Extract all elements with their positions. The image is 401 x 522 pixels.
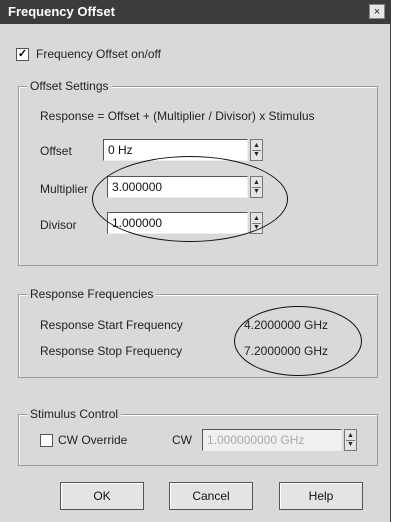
- cw-label: CW: [172, 433, 192, 447]
- divisor-label: Divisor: [40, 218, 77, 232]
- response-start-label: Response Start Frequency: [40, 318, 183, 332]
- window-title: Frequency Offset: [8, 4, 115, 19]
- stimulus-control-title: Stimulus Control: [27, 407, 122, 421]
- highlight-ellipse-multiplier-divisor: [92, 156, 288, 242]
- spin-down-icon[interactable]: ▼: [346, 440, 355, 449]
- response-frequencies-title: Response Frequencies: [27, 287, 157, 301]
- spin-up-icon[interactable]: ▲: [252, 141, 261, 150]
- cw-frequency-input[interactable]: 1.000000000 GHz: [202, 429, 342, 451]
- offset-settings-title: Offset Settings: [27, 79, 112, 93]
- offset-spinner[interactable]: ▲ ▼: [250, 139, 263, 161]
- help-button[interactable]: Help: [279, 482, 363, 510]
- freq-offset-checkbox[interactable]: ✓: [16, 48, 29, 61]
- cw-spinner[interactable]: ▲ ▼: [344, 429, 357, 451]
- cw-override-checkbox[interactable]: [40, 434, 53, 447]
- spin-up-icon[interactable]: ▲: [346, 431, 355, 440]
- multiplier-label: Multiplier: [40, 182, 89, 196]
- response-stop-label: Response Stop Frequency: [40, 344, 183, 358]
- ok-button[interactable]: OK: [60, 482, 144, 510]
- highlight-ellipse-response-values: [234, 306, 362, 376]
- cw-override-label: CW Override: [58, 433, 128, 447]
- freq-offset-label: Frequency Offset on/off: [36, 47, 161, 61]
- cancel-button[interactable]: Cancel: [169, 482, 253, 510]
- title-bar[interactable]: Frequency Offset ×: [0, 0, 391, 24]
- response-formula: Response = Offset + (Multiplier / Diviso…: [40, 109, 315, 123]
- spin-down-icon[interactable]: ▼: [252, 150, 261, 159]
- offset-label: Offset: [40, 144, 72, 158]
- frequency-offset-dialog: Frequency Offset × ✓ Frequency Offset on…: [0, 0, 391, 522]
- close-button[interactable]: ×: [369, 4, 385, 19]
